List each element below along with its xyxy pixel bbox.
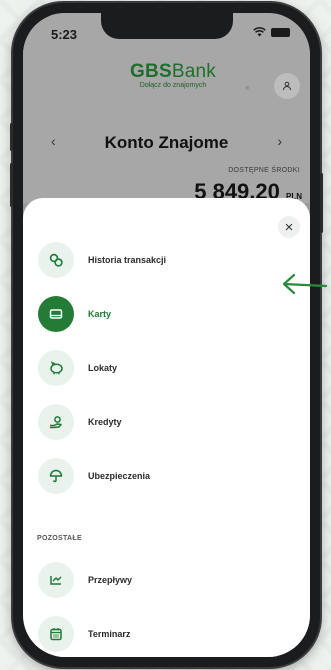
available-funds-label: DOSTĘPNE ŚRODKI: [228, 167, 300, 174]
battery-icon: [271, 27, 290, 37]
flows-icon: [38, 562, 74, 598]
account-title: Konto Znajome: [104, 133, 229, 152]
logo-bank: Bank: [171, 61, 216, 82]
volume-button: [10, 123, 13, 151]
menu-item-label: Karty: [88, 309, 112, 319]
menu-item-kredyty[interactable]: Kredyty: [23, 402, 310, 442]
bank-logo: GBSBank Dołącz do znajomych: [118, 61, 228, 89]
dots-icon: ●: [245, 83, 250, 92]
piggy-bank-icon: [38, 350, 74, 386]
chevron-right-icon[interactable]: ›: [277, 133, 282, 149]
money-hand-icon: [38, 404, 74, 440]
coins-icon: [38, 242, 74, 278]
menu-item-label: Lokaty: [88, 363, 118, 373]
card-icon: [38, 296, 74, 332]
logo-main: GBS: [130, 61, 172, 82]
phone-frame: 5:23 GBSBank Dołącz do znajomych ● ‹ Kon…: [10, 3, 323, 667]
close-button[interactable]: ×: [278, 216, 300, 238]
notch: [101, 13, 233, 39]
umbrella-icon: [38, 458, 74, 494]
status-icons: [253, 27, 290, 37]
menu-item-label: Kredyty: [88, 417, 122, 427]
menu-item-terminarz[interactable]: Terminarz: [23, 614, 310, 654]
profile-button[interactable]: [274, 73, 300, 99]
menu-item-karty[interactable]: Karty: [23, 294, 310, 334]
menu-item-label: Historia transakcji: [88, 255, 167, 265]
menu-item-przeplywy[interactable]: Przepływy: [23, 560, 310, 600]
menu-item-label: Przepływy: [88, 575, 133, 585]
menu-sheet: × Historia transakcji Karty Lokaty Kredy…: [23, 198, 310, 657]
wifi-icon: [253, 27, 266, 37]
calendar-icon: [38, 616, 74, 652]
status-time: 5:23: [51, 27, 78, 42]
pointer-arrow-icon: [282, 273, 328, 295]
screen: 5:23 GBSBank Dołącz do znajomych ● ‹ Kon…: [23, 13, 310, 657]
section-other-label: POZOSTAŁE: [37, 535, 82, 542]
user-icon: [283, 81, 291, 91]
close-icon: ×: [284, 218, 294, 236]
menu-item-lokaty[interactable]: Lokaty: [23, 348, 310, 388]
volume-button: [10, 163, 13, 207]
account-switcher: ‹ Konto Znajome ›: [23, 131, 310, 155]
menu-item-label: Ubezpieczenia: [88, 471, 151, 481]
power-button: [320, 173, 323, 233]
logo-tagline: Dołącz do znajomych: [139, 82, 207, 89]
menu-item-label: Terminarz: [88, 629, 131, 639]
menu-item-ubezpieczenia[interactable]: Ubezpieczenia: [23, 456, 310, 496]
menu-item-historia-transakcji[interactable]: Historia transakcji: [23, 240, 310, 280]
